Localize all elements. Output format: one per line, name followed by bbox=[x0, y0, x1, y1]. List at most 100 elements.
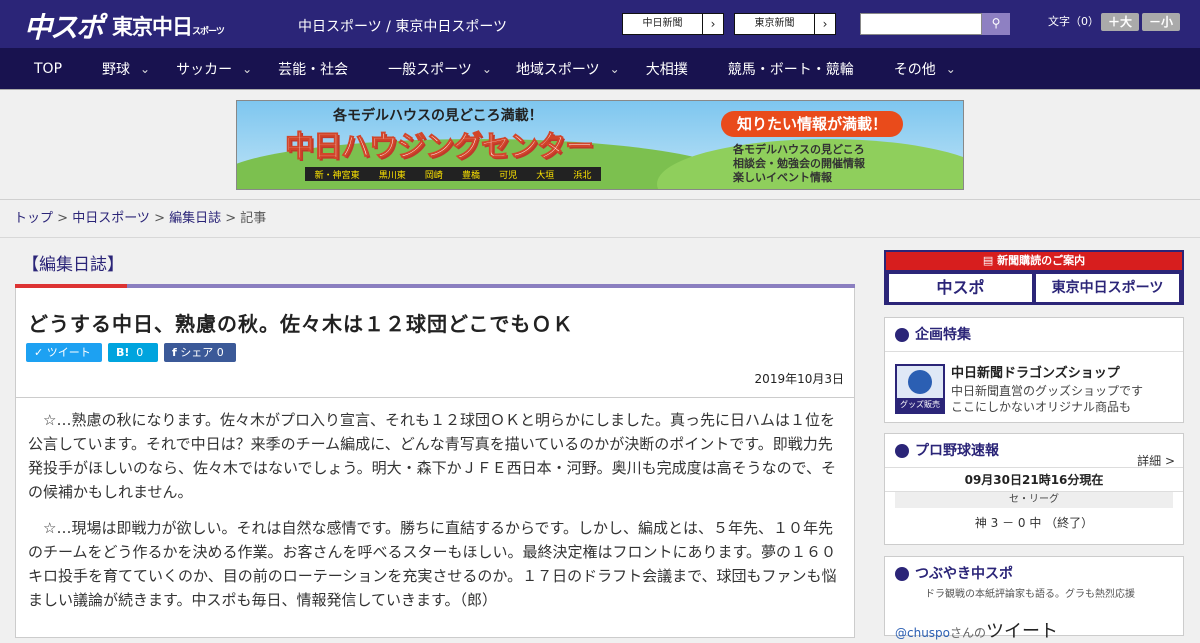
tweets-widget: つぶやき中スポ ドラ観戦の本紙評論家も語る。グラも熱烈応援 @chuspoさんの… bbox=[884, 556, 1184, 642]
banner-area-name: 豊橋 bbox=[461, 170, 480, 181]
subscription-header: ▤ 新聞購読のご案内 bbox=[886, 252, 1182, 270]
baseball-score-header: プロ野球速報 詳細 > bbox=[885, 434, 1183, 468]
chunichi-sports-logo[interactable]: 中スポ bbox=[24, 6, 104, 46]
article-body: ☆…熟慮の秋になります。佐々木がプロ入り宣言、それも１２球団ＯＫと明らかにしまし… bbox=[15, 398, 855, 638]
font-size-label: 文字（0） bbox=[1048, 15, 1099, 28]
search-input[interactable] bbox=[860, 13, 982, 35]
article-category: 【編集日誌】 bbox=[22, 255, 124, 275]
article-title: どうする中日、熟慮の秋。佐々木は１２球団どこでもＯＫ bbox=[28, 312, 574, 336]
search-button[interactable]: ⚲ bbox=[982, 13, 1010, 35]
tweets-label: ツイート bbox=[986, 621, 1059, 642]
breadcrumb-editorial-diary[interactable]: 編集日誌 bbox=[169, 211, 221, 226]
hatena-label: B! bbox=[116, 346, 130, 359]
tokyo-chunichi-logo[interactable]: 東京中日スポーツ bbox=[112, 11, 225, 41]
nav-item-label: サッカー bbox=[176, 61, 233, 78]
breadcrumb-separator: > bbox=[221, 211, 241, 226]
special-feature-title: 企画特集 bbox=[915, 326, 971, 343]
nav-item-soccer[interactable]: サッカー ⌄ bbox=[176, 48, 252, 90]
banner-area-name: 岡崎 bbox=[424, 170, 443, 181]
banner-area-name: 可児 bbox=[499, 170, 518, 181]
banner-area-name: 黒川東 bbox=[378, 170, 406, 181]
breadcrumb-chunichi-sports[interactable]: 中日スポーツ bbox=[72, 211, 150, 226]
dragons-shop-link[interactable]: 中日新聞ドラゴンズショップ bbox=[951, 362, 1120, 381]
nav-item-sumo[interactable]: 大相撲 bbox=[646, 48, 688, 90]
nav-item-top[interactable]: TOP bbox=[34, 48, 62, 90]
chunichi-shimbun-label: 中日新聞 bbox=[623, 14, 703, 34]
facebook-icon: f bbox=[172, 346, 177, 359]
breadcrumb-current: 記事 bbox=[240, 211, 267, 226]
subscribe-chunichi-sports-link[interactable]: 中スポ bbox=[889, 274, 1032, 302]
breadcrumb-separator: > bbox=[53, 211, 73, 226]
banner-area-name: 浜北 bbox=[573, 170, 592, 181]
nav-item-label: 一般スポーツ bbox=[388, 61, 472, 78]
newspaper-icon: ▤ bbox=[982, 254, 994, 267]
housing-center-banner[interactable]: 各モデルハウスの見どころ満載！ 中日ハウジングセンター 新・神宮東 黒川東 岡崎… bbox=[236, 100, 964, 190]
banner-headline: 知りたい情報が満載！ bbox=[721, 111, 903, 137]
nav-item-label: 大相撲 bbox=[645, 61, 688, 78]
breadcrumb: トップ > 中日スポーツ > 編集日誌 > 記事 bbox=[0, 200, 1200, 238]
twitter-icon: ✓ bbox=[34, 346, 44, 359]
mascot-image bbox=[908, 370, 932, 394]
nav-item-racing[interactable]: 競馬・ボート・競輪 bbox=[728, 48, 854, 90]
banner-area-name: 大垣 bbox=[536, 170, 555, 181]
special-feature-widget: 企画特集 グッズ販売中 中日新聞ドラゴンズショップ 中日新聞直営のグッズショップ… bbox=[884, 317, 1184, 423]
nav-item-local-sports[interactable]: 地域スポーツ ⌄ bbox=[516, 48, 620, 90]
font-bigger-button[interactable]: ＋大 bbox=[1101, 13, 1139, 31]
baseball-score-widget: プロ野球速報 詳細 > 09月30日21時16分現在 セ・リーグ 神 3 － 0… bbox=[884, 433, 1184, 545]
site-header: 中スポ 東京中日スポーツ 中日スポーツ / 東京中日スポーツ 中日新聞 › 東京… bbox=[0, 0, 1200, 48]
search-box: ⚲ bbox=[860, 13, 1010, 35]
tweet-label: ツイート bbox=[46, 346, 91, 359]
nav-item-label: 芸能・社会 bbox=[278, 61, 349, 78]
twitter-user-link[interactable]: @chuspoさんのツイート bbox=[895, 617, 1058, 643]
tokyo-shimbun-button[interactable]: 東京新聞 › bbox=[734, 13, 836, 35]
twitter-user-suffix: さんの bbox=[950, 626, 987, 640]
game-score[interactable]: 神 3 － 0 中 （終了） bbox=[885, 508, 1183, 538]
article-date: 2019年10月3日 bbox=[754, 372, 844, 386]
baseball-detail-link[interactable]: 詳細 > bbox=[1137, 444, 1175, 478]
ad-area: 各モデルハウスの見どころ満載！ 中日ハウジングセンター 新・神宮東 黒川東 岡崎… bbox=[0, 90, 1200, 200]
site-names: 中日スポーツ / 東京中日スポーツ bbox=[298, 19, 508, 35]
chevron-right-icon: › bbox=[710, 17, 716, 31]
article-paragraph: ☆…現場は即戦力が欲しい。それは自然な感情です。勝ちに直結するからです。しかし、… bbox=[28, 519, 837, 609]
nav-item-label: その他 bbox=[893, 61, 936, 78]
breadcrumb-top[interactable]: トップ bbox=[14, 211, 53, 226]
chunichi-shimbun-button[interactable]: 中日新聞 › bbox=[622, 13, 724, 35]
nav-item-general-sports[interactable]: 一般スポーツ ⌄ bbox=[388, 48, 492, 90]
main-nav: TOP 野球 ⌄ サッカー ⌄ 芸能・社会 一般スポーツ ⌄ 地域スポーツ ⌄ … bbox=[0, 48, 1200, 90]
tokyo-chunichi-logo-small: スポーツ bbox=[192, 27, 225, 37]
dragons-shop-thumbnail[interactable]: グッズ販売中 bbox=[895, 364, 945, 423]
chevron-down-icon: ⌄ bbox=[242, 61, 253, 76]
facebook-share-button[interactable]: f シェア 0 bbox=[164, 343, 236, 362]
facebook-share-label: シェア bbox=[180, 346, 214, 359]
shop-description: ここにしかないオリジナル商品も bbox=[951, 400, 1132, 414]
chevron-down-icon: ⌄ bbox=[140, 61, 151, 76]
nav-item-label: 競馬・ボート・競輪 bbox=[727, 61, 854, 78]
hatena-bookmark-button[interactable]: B! 0 bbox=[108, 343, 158, 362]
banner-title: 中日ハウジングセンター bbox=[284, 129, 594, 164]
chevron-down-icon: ⌄ bbox=[609, 61, 620, 76]
font-smaller-button[interactable]: －小 bbox=[1142, 13, 1180, 31]
subscribe-tokyo-chunichi-link[interactable]: 東京中日スポーツ bbox=[1036, 274, 1179, 302]
banner-areas: 新・神宮東 黒川東 岡崎 豊橋 可児 大垣 浜北 bbox=[305, 167, 601, 181]
tokyo-chunichi-logo-text: 東京中日 bbox=[112, 15, 193, 39]
chevron-down-icon: ⌄ bbox=[945, 61, 956, 76]
nav-item-label: 野球 bbox=[102, 61, 131, 78]
breadcrumb-separator: > bbox=[149, 211, 170, 226]
article-paragraph: ☆…熟慮の秋になります。佐々木がプロ入り宣言、それも１２球団ＯＫと明らかにしまし… bbox=[28, 411, 837, 501]
search-icon: ⚲ bbox=[991, 16, 1001, 30]
league-label: セ・リーグ bbox=[895, 492, 1173, 508]
chevron-down-icon: ⌄ bbox=[481, 61, 492, 76]
nav-item-baseball[interactable]: 野球 ⌄ bbox=[102, 48, 150, 90]
tokyo-shimbun-label: 東京新聞 bbox=[735, 14, 815, 34]
tweet-button[interactable]: ✓ ツイート bbox=[26, 343, 102, 362]
banner-feature: 楽しいイベント情報 bbox=[733, 171, 832, 184]
thumb-label: グッズ販売中 bbox=[897, 398, 943, 423]
nav-item-label: 地域スポーツ bbox=[515, 61, 600, 78]
tweets-subtitle: ドラ観戦の本紙評論家も語る。グラも熱烈応援 bbox=[925, 589, 1135, 600]
special-feature-header: 企画特集 bbox=[885, 318, 1183, 352]
megaphone-icon bbox=[895, 567, 909, 581]
hatena-count: 0 bbox=[136, 346, 144, 359]
nav-item-entertainment[interactable]: 芸能・社会 bbox=[278, 48, 348, 90]
nav-item-other[interactable]: その他 ⌄ bbox=[894, 48, 956, 90]
subscription-header-label: 新聞購読のご案内 bbox=[997, 254, 1086, 267]
